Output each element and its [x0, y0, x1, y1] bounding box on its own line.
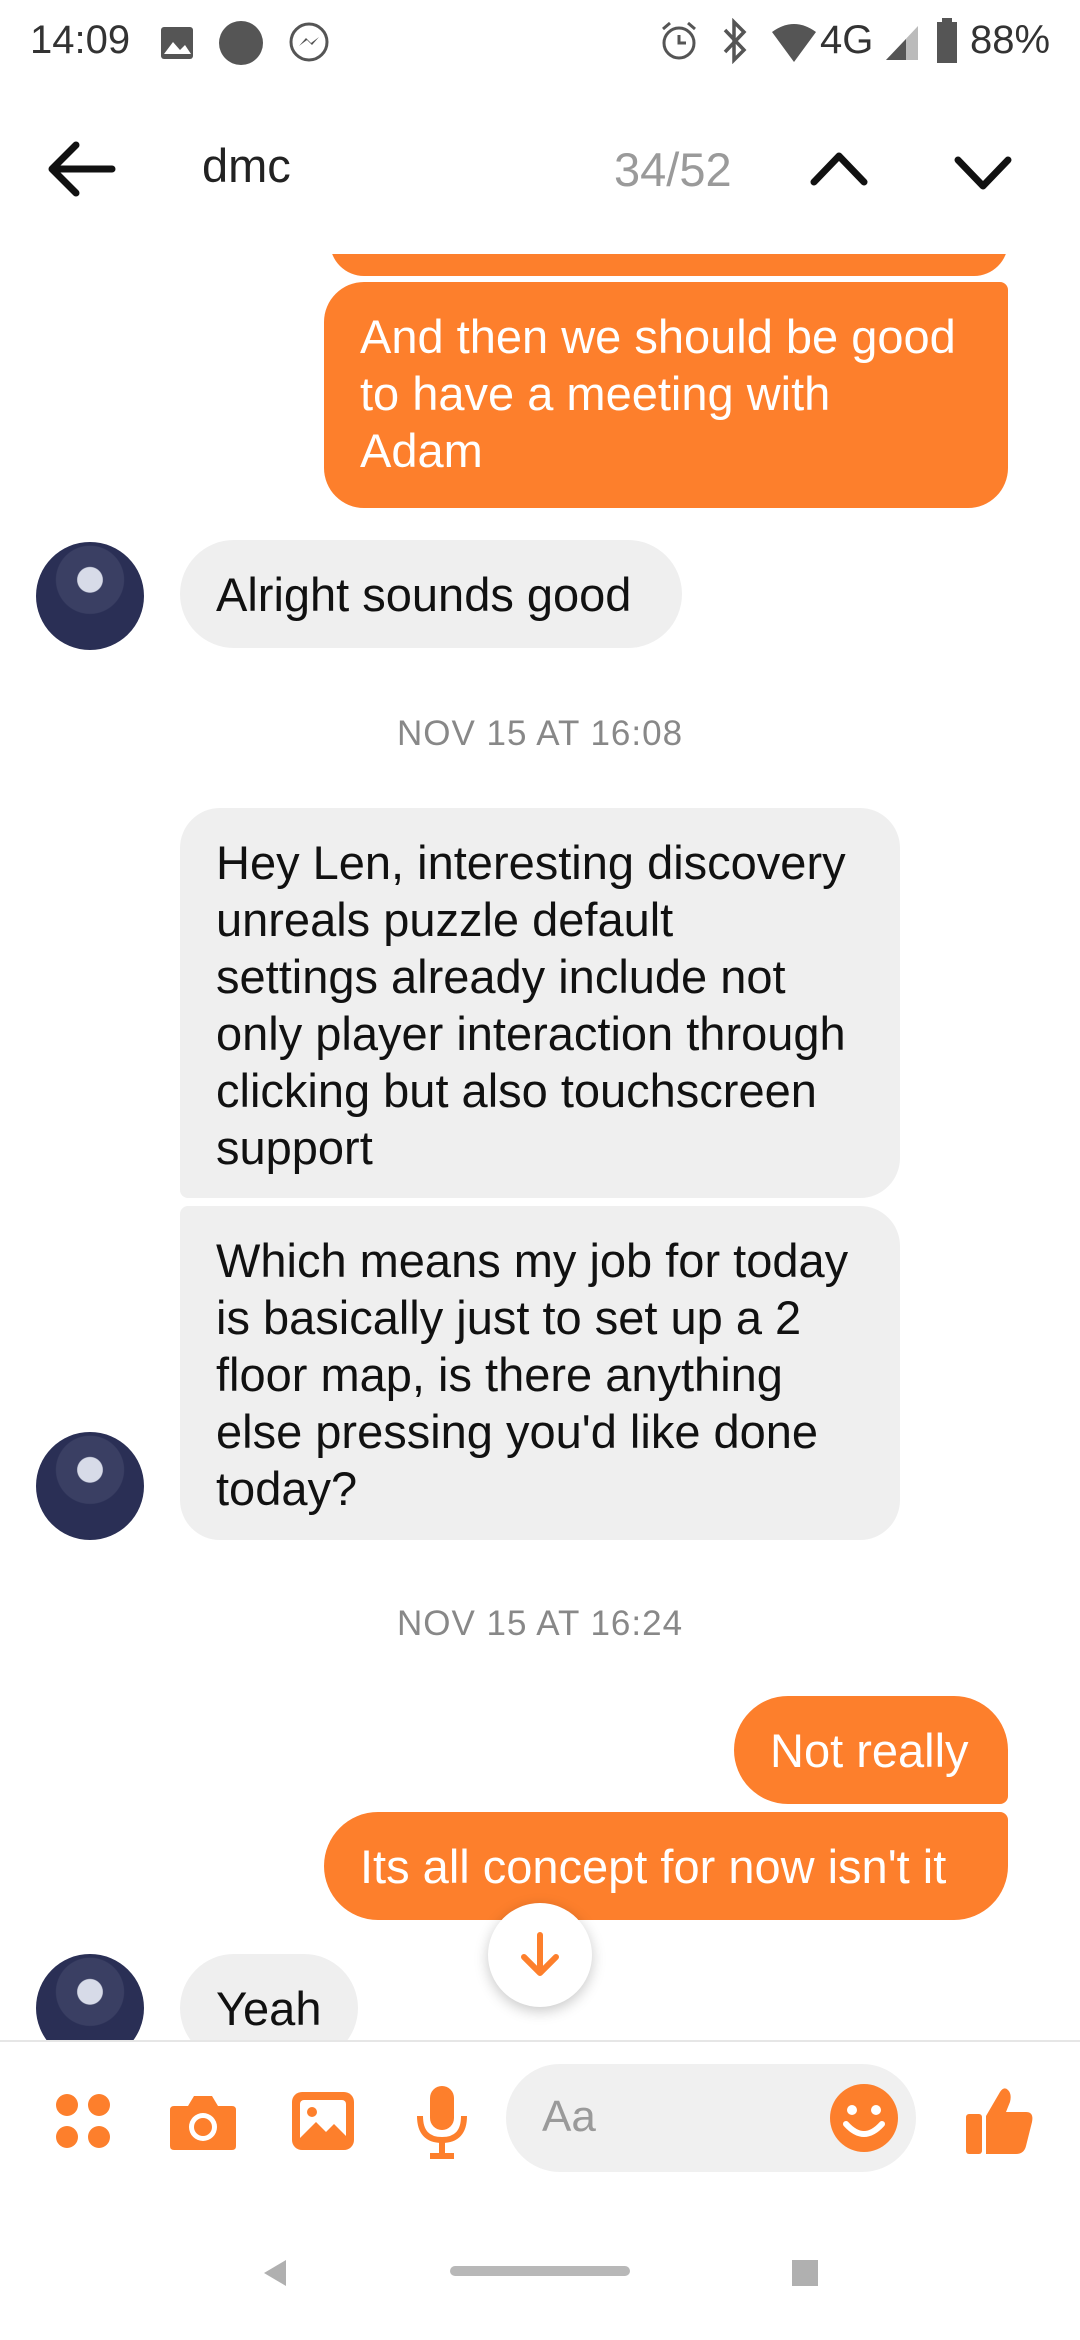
system-nav-bar	[0, 2200, 1080, 2340]
message-text: is basically just to set up a 2	[216, 1291, 802, 1344]
message-input-placeholder: Aa	[542, 2092, 596, 2141]
image-icon	[161, 27, 193, 59]
avatar[interactable]	[36, 542, 144, 650]
emoji-icon[interactable]	[828, 2082, 900, 2154]
scroll-to-bottom-button[interactable]	[488, 1903, 592, 2007]
message-text: unreals puzzle default	[216, 893, 674, 946]
chevron-up-icon[interactable]	[808, 148, 870, 188]
signal-icon	[886, 26, 918, 60]
incoming-message[interactable]: Which means my job for today is basicall…	[180, 1206, 900, 1540]
message-text: floor map, is there anything	[216, 1348, 783, 1401]
search-header: dmc 34/52	[0, 84, 1080, 256]
thumbs-up-icon[interactable]	[964, 2084, 1036, 2156]
message-text: Its all concept for now isn't it	[360, 1840, 947, 1893]
gallery-icon[interactable]	[290, 2090, 356, 2152]
outgoing-message[interactable]: Not really	[734, 1696, 1008, 1804]
message-text: Not really	[770, 1724, 969, 1777]
alarm-icon	[662, 21, 696, 60]
message-text: Hey Len, interesting discovery	[216, 836, 846, 889]
messenger-icon	[289, 22, 329, 62]
incoming-message[interactable]: Hey Len, interesting discovery unreals p…	[180, 808, 900, 1198]
message-text: Yeah	[216, 1982, 322, 2035]
back-arrow-icon[interactable]	[46, 138, 116, 200]
incoming-message[interactable]: Alright sounds good	[180, 540, 682, 648]
message-text: Which means my job for today	[216, 1234, 849, 1287]
network-type: 4G	[820, 18, 874, 62]
home-handle[interactable]	[450, 2266, 630, 2276]
message-text: today?	[216, 1462, 358, 1515]
message-text: else pressing you'd like done	[216, 1405, 819, 1458]
message-composer: Aa	[0, 2040, 1080, 2202]
status-bar: 14:09 4G 88%	[0, 0, 1080, 84]
message-text: Adam	[360, 424, 483, 477]
arrow-down-icon	[521, 1932, 559, 1976]
message-text: Alright sounds good	[216, 568, 632, 621]
wifi-icon	[772, 24, 816, 62]
avatar[interactable]	[36, 1954, 144, 2040]
message-text: settings already include not	[216, 950, 786, 1003]
battery-icon	[937, 18, 957, 63]
conversation-title: dmc	[202, 139, 291, 192]
battery-percent: 88%	[970, 18, 1051, 62]
message-text: And then we should be good	[360, 310, 956, 363]
chevron-down-icon[interactable]	[952, 154, 1014, 194]
message-text: clicking but also touchscreen	[216, 1064, 817, 1117]
timestamp: NOV 15 AT 16:08	[396, 714, 684, 753]
avatar[interactable]	[36, 1432, 144, 1540]
outgoing-message[interactable]: Its all concept for now isn't it	[324, 1812, 1008, 1920]
message-text: only player interaction through	[216, 1007, 846, 1060]
message-bubble-partial[interactable]	[330, 254, 1008, 276]
message-text: support	[216, 1121, 373, 1174]
dot-icon	[219, 21, 263, 65]
message-text: to have a meeting with	[360, 367, 831, 420]
nav-back-icon[interactable]	[262, 2258, 288, 2288]
status-time: 14:09	[30, 18, 131, 62]
search-result-counter: 34/52	[614, 143, 732, 196]
timestamp: NOV 15 AT 16:24	[396, 1604, 684, 1643]
bluetooth-icon	[723, 18, 747, 64]
camera-icon[interactable]	[168, 2092, 238, 2152]
nav-overview-icon[interactable]	[792, 2260, 818, 2286]
outgoing-message[interactable]: And then we should be good to have a mee…	[324, 282, 1008, 508]
microphone-icon[interactable]	[414, 2084, 470, 2160]
message-input[interactable]: Aa	[506, 2064, 916, 2172]
message-list[interactable]: And then we should be good to have a mee…	[0, 254, 1080, 2040]
apps-icon[interactable]	[54, 2092, 112, 2150]
incoming-message[interactable]: Yeah	[180, 1954, 358, 2040]
